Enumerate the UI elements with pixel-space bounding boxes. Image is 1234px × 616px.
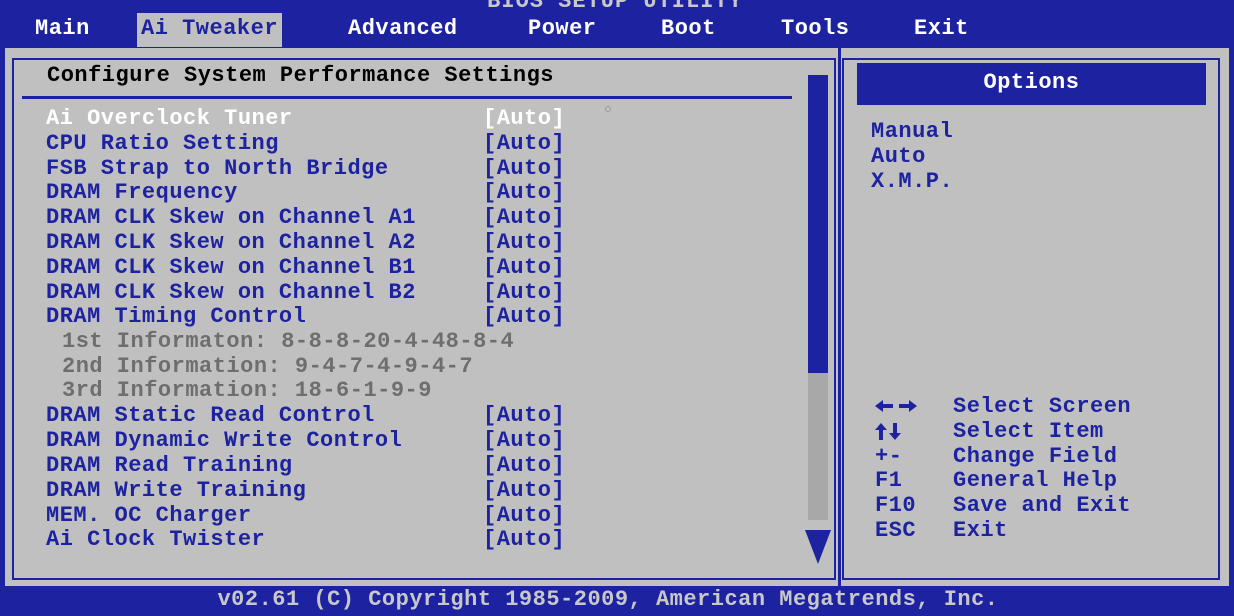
setting-label: DRAM CLK Skew on Channel B1 bbox=[46, 255, 416, 280]
menu-advanced[interactable]: Advanced bbox=[348, 13, 458, 47]
setting-value[interactable]: [Auto] bbox=[483, 527, 565, 552]
up-down-arrows-icon bbox=[875, 423, 901, 440]
setting-label: DRAM Frequency bbox=[46, 180, 238, 205]
help-key: F1 bbox=[875, 468, 903, 493]
options-header: Options bbox=[857, 63, 1206, 105]
menu-main[interactable]: Main bbox=[35, 13, 90, 47]
help-key: +- bbox=[875, 444, 903, 469]
setting-label: MEM. OC Charger bbox=[46, 503, 252, 528]
cursor-dot bbox=[605, 106, 611, 112]
help-action: Save and Exit bbox=[953, 493, 1132, 518]
menu-tools[interactable]: Tools bbox=[781, 13, 850, 47]
setting-label: FSB Strap to North Bridge bbox=[46, 156, 389, 181]
setting-label: CPU Ratio Setting bbox=[46, 131, 279, 156]
timing-info-2nd: 2nd Information: 9-4-7-4-9-4-7 bbox=[62, 354, 474, 379]
help-action: Exit bbox=[953, 518, 1008, 543]
setting-label: Ai Clock Twister bbox=[46, 527, 266, 552]
bios-title: BIOS SETUP UTILITY bbox=[487, 0, 743, 14]
setting-label: DRAM Write Training bbox=[46, 478, 307, 503]
bios-screen: BIOS SETUP UTILITY Main Ai Tweaker Advan… bbox=[0, 0, 1234, 616]
setting-label: DRAM Static Read Control bbox=[46, 403, 375, 428]
timing-info-3rd: 3rd Information: 18-6-1-9-9 bbox=[62, 378, 432, 403]
setting-label: DRAM Dynamic Write Control bbox=[46, 428, 403, 453]
option-auto[interactable]: Auto bbox=[871, 144, 926, 169]
left-right-arrows-icon bbox=[875, 400, 917, 412]
copyright-footer: v02.61 (C) Copyright 1985-2009, American… bbox=[217, 587, 999, 612]
setting-value[interactable]: [Auto] bbox=[483, 205, 565, 230]
setting-value[interactable]: [Auto] bbox=[483, 156, 565, 181]
help-action: General Help bbox=[953, 468, 1118, 493]
setting-value[interactable]: [Auto] bbox=[483, 131, 565, 156]
setting-label: DRAM CLK Skew on Channel A1 bbox=[46, 205, 416, 230]
setting-value[interactable]: [Auto] bbox=[483, 503, 565, 528]
help-action: Select Screen bbox=[953, 394, 1132, 419]
section-title: Configure System Performance Settings bbox=[47, 63, 554, 88]
help-key: F10 bbox=[875, 493, 917, 518]
scrollbar-thumb[interactable] bbox=[808, 75, 828, 373]
menu-power[interactable]: Power bbox=[528, 13, 597, 47]
setting-value[interactable]: [Auto] bbox=[483, 106, 565, 131]
help-action: Select Item bbox=[953, 419, 1104, 444]
setting-label: DRAM Timing Control bbox=[46, 304, 307, 329]
option-manual[interactable]: Manual bbox=[871, 119, 953, 144]
setting-label: DRAM Read Training bbox=[46, 453, 293, 478]
setting-label: Ai Overclock Tuner bbox=[46, 106, 293, 131]
setting-value[interactable]: [Auto] bbox=[483, 304, 565, 329]
timing-info-1st: 1st Informaton: 8-8-8-20-4-48-8-4 bbox=[62, 329, 515, 354]
setting-value[interactable]: [Auto] bbox=[483, 453, 565, 478]
section-divider bbox=[22, 96, 792, 99]
setting-value[interactable]: [Auto] bbox=[483, 280, 565, 305]
scroll-down-arrow-icon[interactable] bbox=[805, 530, 831, 564]
setting-value[interactable]: [Auto] bbox=[483, 403, 565, 428]
setting-value[interactable]: [Auto] bbox=[483, 428, 565, 453]
setting-value[interactable]: [Auto] bbox=[483, 478, 565, 503]
panel-divider bbox=[838, 48, 841, 586]
option-xmp[interactable]: X.M.P. bbox=[871, 169, 953, 194]
setting-value[interactable]: [Auto] bbox=[483, 180, 565, 205]
menu-exit[interactable]: Exit bbox=[914, 13, 969, 47]
setting-label: DRAM CLK Skew on Channel A2 bbox=[46, 230, 416, 255]
setting-label: DRAM CLK Skew on Channel B2 bbox=[46, 280, 416, 305]
help-key: ESC bbox=[875, 518, 917, 543]
menu-boot[interactable]: Boot bbox=[661, 13, 716, 47]
menu-ai-tweaker[interactable]: Ai Tweaker bbox=[137, 13, 283, 47]
help-action: Change Field bbox=[953, 444, 1118, 469]
setting-value[interactable]: [Auto] bbox=[483, 255, 565, 280]
setting-value[interactable]: [Auto] bbox=[483, 230, 565, 255]
